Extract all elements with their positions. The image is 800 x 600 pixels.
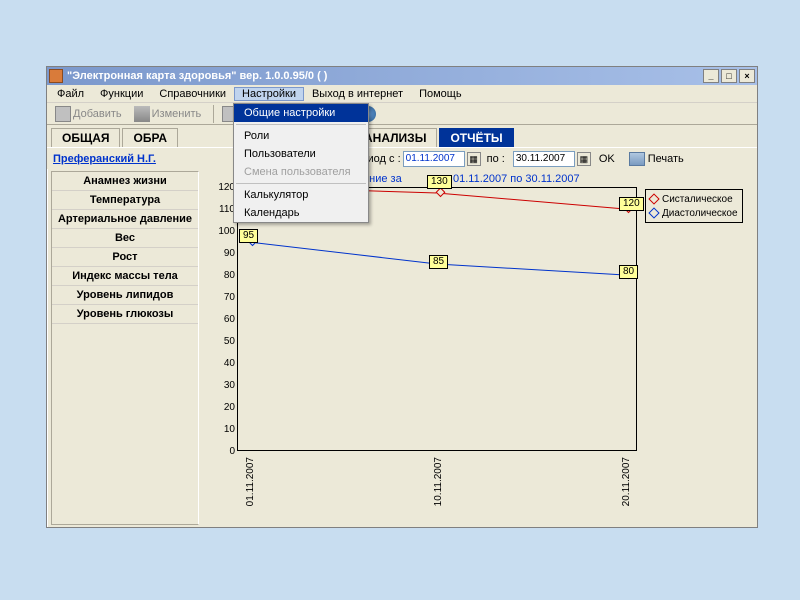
data-label: 80 xyxy=(619,265,638,279)
y-tick: 60 xyxy=(205,314,235,324)
data-label: 130 xyxy=(427,175,452,189)
y-tick: 100 xyxy=(205,226,235,236)
toolbar-edit-label: Изменить xyxy=(152,108,202,120)
dropdown-calendar[interactable]: Календарь xyxy=(234,204,368,222)
y-tick: 40 xyxy=(205,358,235,368)
printer-icon xyxy=(629,152,645,166)
print-label: Печать xyxy=(648,153,684,165)
ok-button[interactable]: OK xyxy=(599,153,615,165)
data-label: 85 xyxy=(429,255,448,269)
chart-legend: Систалическое Диастолическое xyxy=(645,189,743,223)
legend-marker-icon xyxy=(648,207,659,218)
menu-settings[interactable]: Настройки xyxy=(234,87,304,101)
menu-help[interactable]: Помощь xyxy=(411,87,470,101)
separator xyxy=(236,124,366,125)
data-label: 120 xyxy=(619,197,644,211)
list-item[interactable]: Рост xyxy=(52,248,198,267)
patient-link[interactable]: Преферанский Н.Г. xyxy=(53,153,156,165)
chart-lines xyxy=(237,187,637,451)
toolbar-edit-button[interactable]: Изменить xyxy=(130,105,206,123)
print-button[interactable]: Печать xyxy=(623,151,690,167)
x-tick: 20.11.2007 xyxy=(621,457,631,506)
y-tick: 0 xyxy=(205,446,235,456)
left-panel: Анамнез жизни Температура Артериальное д… xyxy=(51,171,199,525)
date-from-field[interactable]: 01.11.2007 xyxy=(403,151,465,167)
to-label: по : xyxy=(487,153,505,165)
y-tick: 80 xyxy=(205,270,235,280)
date-to-field[interactable]: 30.11.2007 xyxy=(513,151,575,167)
minimize-button[interactable]: _ xyxy=(703,69,719,83)
calendar-icon[interactable]: ▦ xyxy=(467,152,481,166)
list-item[interactable]: Анамнез жизни xyxy=(52,172,198,191)
y-tick: 70 xyxy=(205,292,235,302)
list-item[interactable]: Уровень глюкозы xyxy=(52,305,198,324)
toolbar-add-button[interactable]: Добавить xyxy=(51,105,126,123)
menubar: Файл Функции Справочники Настройки Выход… xyxy=(47,85,757,103)
edit-icon xyxy=(134,106,150,122)
app-window: "Электронная карта здоровья" вер. 1.0.0.… xyxy=(46,66,758,528)
data-label: 95 xyxy=(239,229,258,243)
menu-file[interactable]: Файл xyxy=(49,87,92,101)
dropdown-calculator[interactable]: Калькулятор xyxy=(234,186,368,204)
y-tick: 30 xyxy=(205,380,235,390)
legend-item: Систалическое xyxy=(650,192,738,206)
y-tick: 50 xyxy=(205,336,235,346)
legend-label: Систалическое xyxy=(662,194,733,205)
chart-area: Артериальное давление за период с 01.11.… xyxy=(201,171,753,525)
titlebar: "Электронная карта здоровья" вер. 1.0.0.… xyxy=(47,67,757,85)
toolbar: Добавить Изменить xyxy=(47,103,757,125)
menu-functions[interactable]: Функции xyxy=(92,87,151,101)
list-item[interactable]: Уровень липидов xyxy=(52,286,198,305)
dropdown-roles[interactable]: Роли xyxy=(234,127,368,145)
close-button[interactable]: × xyxy=(739,69,755,83)
tab-exams-partial[interactable]: ОБРА xyxy=(122,128,178,147)
tab-general[interactable]: ОБЩАЯ xyxy=(51,128,120,147)
separator xyxy=(213,105,214,123)
app-icon xyxy=(49,69,63,83)
separator xyxy=(236,183,366,184)
menu-refs[interactable]: Справочники xyxy=(151,87,234,101)
subheader: Преферанский Н.Г. ременной период с : 01… xyxy=(47,147,757,169)
legend-label: Диастолическое xyxy=(662,208,738,219)
dropdown-common-settings[interactable]: Общие настройки xyxy=(234,104,368,122)
settings-dropdown: Общие настройки Роли Пользователи Смена … xyxy=(233,103,369,223)
dropdown-users[interactable]: Пользователи xyxy=(234,145,368,163)
legend-marker-icon xyxy=(648,193,659,204)
x-tick: 01.11.2007 xyxy=(245,457,255,506)
content: Анамнез жизни Температура Артериальное д… xyxy=(47,169,757,527)
menu-internet[interactable]: Выход в интернет xyxy=(304,87,411,101)
list-item[interactable]: Температура xyxy=(52,191,198,210)
y-tick: 10 xyxy=(205,424,235,434)
y-tick: 110 xyxy=(205,204,235,214)
add-icon xyxy=(55,106,71,122)
y-tick: 120 xyxy=(205,182,235,192)
legend-item: Диастолическое xyxy=(650,206,738,220)
maximize-button[interactable]: □ xyxy=(721,69,737,83)
dropdown-switch-user[interactable]: Смена пользователя xyxy=(234,163,368,181)
tab-reports[interactable]: ОТЧЁТЫ xyxy=(439,128,513,147)
list-item[interactable]: Вес xyxy=(52,229,198,248)
list-item[interactable]: Артериальное давление xyxy=(52,210,198,229)
toolbar-add-label: Добавить xyxy=(73,108,122,120)
y-tick: 90 xyxy=(205,248,235,258)
list-item[interactable]: Индекс массы тела xyxy=(52,267,198,286)
tabs-row: ОБЩАЯ ОБРА ЕНИЯ АНАЛИЗЫ ОТЧЁТЫ xyxy=(47,125,757,147)
x-tick: 10.11.2007 xyxy=(433,457,443,506)
y-tick: 20 xyxy=(205,402,235,412)
calendar-icon[interactable]: ▦ xyxy=(577,152,591,166)
window-title: "Электронная карта здоровья" вер. 1.0.0.… xyxy=(67,70,701,82)
